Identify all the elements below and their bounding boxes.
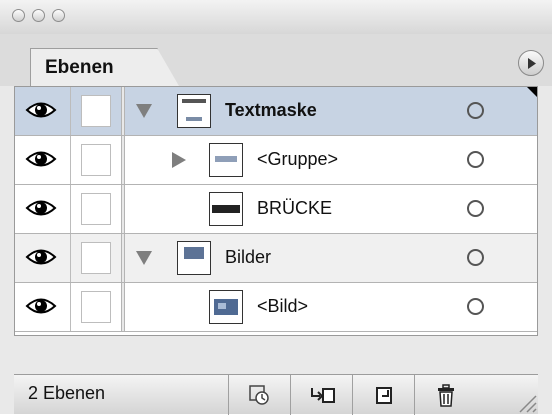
layers-list: Textmaske <Gruppe> BRÜCKE Bilder <Bild> bbox=[14, 86, 538, 336]
layer-row-bild[interactable]: <Bild> bbox=[15, 283, 537, 331]
tab-label: Ebenen bbox=[45, 57, 114, 78]
resize-grip-icon[interactable] bbox=[512, 388, 538, 414]
layer-name: Textmaske bbox=[225, 100, 317, 120]
palette-footer: 2 Ebenen bbox=[14, 374, 538, 415]
panel-menu-button[interactable] bbox=[518, 50, 544, 76]
tab-ebenen[interactable]: Ebenen bbox=[30, 48, 179, 86]
target-circle-icon[interactable] bbox=[467, 200, 484, 217]
selection-corner-marker bbox=[527, 87, 537, 97]
move-to-layer-icon bbox=[311, 388, 335, 403]
layers-palette: Ebenen Textmaske <Gruppe> BRÜCKE Bilder … bbox=[0, 0, 552, 415]
triangle-down-icon[interactable] bbox=[135, 103, 153, 119]
layer-name: <Gruppe> bbox=[257, 149, 339, 169]
layer-name: BRÜCKE bbox=[257, 198, 333, 218]
visibility-cell[interactable] bbox=[15, 234, 71, 282]
layer-thumbnail bbox=[209, 143, 243, 177]
visibility-cell[interactable] bbox=[15, 87, 71, 135]
visibility-cell[interactable] bbox=[15, 185, 71, 233]
layer-row-gruppe[interactable]: <Gruppe> bbox=[15, 136, 537, 184]
target-circle-icon[interactable] bbox=[467, 298, 484, 315]
triangle-down-icon[interactable] bbox=[135, 250, 153, 266]
link-cell[interactable] bbox=[81, 144, 111, 176]
target-circle-icon[interactable] bbox=[467, 151, 484, 168]
layer-thumbnail bbox=[177, 94, 211, 128]
tab-row: Ebenen bbox=[0, 34, 552, 86]
link-cell[interactable] bbox=[81, 95, 111, 127]
delete-layer-button[interactable] bbox=[414, 375, 476, 415]
layer-name: Bilder bbox=[225, 247, 272, 267]
column-divider bbox=[121, 136, 125, 184]
layer-row-textmaske[interactable]: Textmaske bbox=[15, 87, 537, 135]
target-circle-icon[interactable] bbox=[467, 249, 484, 266]
layer-row-bilder[interactable]: Bilder bbox=[15, 234, 537, 282]
minimize-button[interactable] bbox=[32, 9, 45, 22]
eye-icon bbox=[25, 249, 57, 265]
zoom-button[interactable] bbox=[52, 9, 65, 22]
layer-thumbnail bbox=[209, 290, 243, 324]
column-divider bbox=[121, 185, 125, 233]
column-divider bbox=[121, 87, 125, 135]
new-layer-set-icon bbox=[249, 385, 269, 405]
link-cell[interactable] bbox=[81, 193, 111, 225]
visibility-cell[interactable] bbox=[15, 136, 71, 184]
trash-icon bbox=[438, 384, 454, 407]
eye-icon bbox=[25, 102, 57, 118]
title-bar bbox=[0, 0, 552, 35]
new-layer-icon bbox=[376, 387, 392, 404]
panel-menu-icon bbox=[528, 58, 536, 69]
layer-thumbnail bbox=[209, 192, 243, 226]
column-divider bbox=[121, 234, 125, 282]
close-button[interactable] bbox=[12, 9, 25, 22]
triangle-right-icon[interactable] bbox=[171, 151, 187, 169]
visibility-cell[interactable] bbox=[15, 283, 71, 331]
layer-name: <Bild> bbox=[257, 296, 309, 316]
link-cell[interactable] bbox=[81, 291, 111, 323]
column-divider bbox=[121, 283, 125, 331]
move-to-layer-button[interactable] bbox=[290, 375, 352, 415]
link-cell[interactable] bbox=[81, 242, 111, 274]
row-divider bbox=[15, 331, 537, 332]
eye-icon bbox=[25, 298, 57, 314]
eye-icon bbox=[25, 200, 57, 216]
layer-row-bruecke[interactable]: BRÜCKE bbox=[15, 185, 537, 233]
layer-count-status: 2 Ebenen bbox=[28, 383, 106, 403]
new-layer-button[interactable] bbox=[352, 375, 414, 415]
eye-icon bbox=[25, 151, 57, 167]
layer-thumbnail bbox=[177, 241, 211, 275]
new-layer-set-button[interactable] bbox=[228, 375, 290, 415]
target-circle-icon[interactable] bbox=[467, 102, 484, 119]
